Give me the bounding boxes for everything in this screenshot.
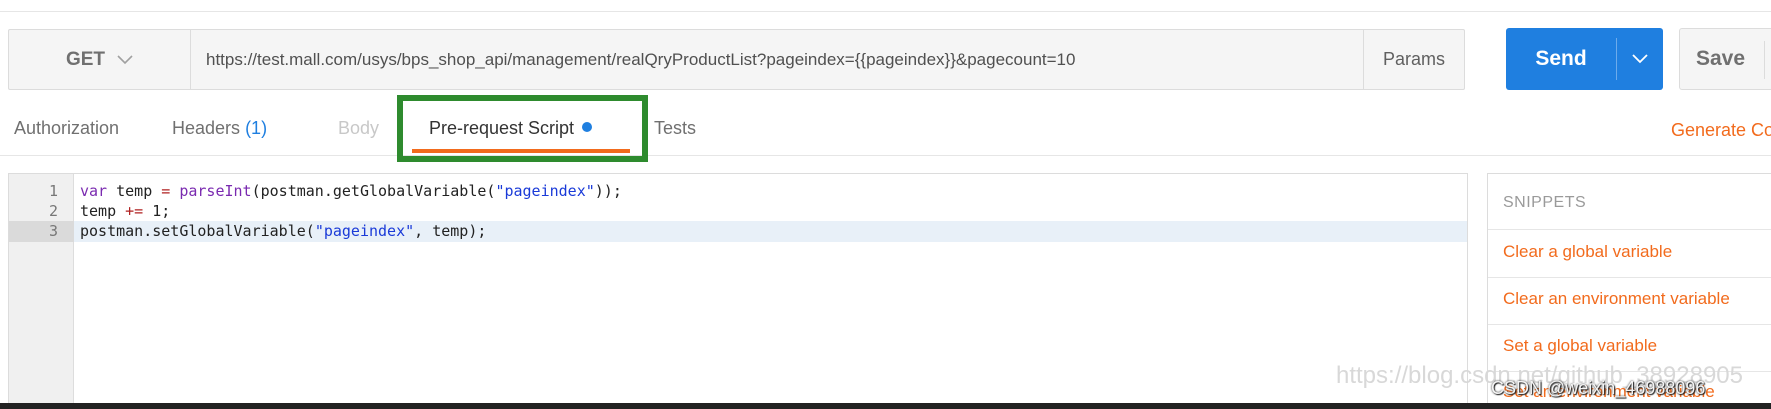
snippet-clear-environment[interactable]: Clear an environment variable [1503, 289, 1730, 309]
send-button[interactable]: Send [1506, 28, 1663, 90]
annotation-highlight-box [397, 95, 648, 162]
snippet-divider [1488, 277, 1771, 278]
code-line[interactable]: postman.setGlobalVariable("pageindex", t… [80, 221, 486, 241]
tab-authorization[interactable]: Authorization [14, 118, 119, 139]
request-bar: GET https://test.mall.com/usys/bps_shop_… [8, 29, 1465, 90]
line-number: 2 [48, 202, 58, 220]
chevron-down-icon [117, 49, 133, 71]
method-select[interactable]: GET [9, 30, 191, 89]
tab-headers-label: Headers [172, 118, 241, 138]
url-input[interactable]: https://test.mall.com/usys/bps_shop_api/… [191, 30, 1365, 89]
line-number: 1 [48, 182, 58, 200]
save-divider [1764, 41, 1765, 79]
save-button[interactable]: Save [1679, 28, 1771, 90]
method-label: GET [65, 48, 106, 70]
tab-headers[interactable]: Headers (1) [172, 118, 267, 139]
snippet-clear-global[interactable]: Clear a global variable [1503, 242, 1672, 262]
snippet-divider [1488, 324, 1771, 325]
save-label: Save [1696, 47, 1746, 70]
code-editor[interactable]: 1 2 3 var temp = parseInt(postman.getGlo… [8, 173, 1468, 409]
code-line[interactable]: var temp = parseInt(postman.getGlobalVar… [80, 181, 622, 201]
tabs-divider [0, 155, 1771, 156]
code-line[interactable]: temp += 1; [80, 201, 170, 221]
send-label: Send [1535, 47, 1587, 70]
tab-headers-count: (1) [245, 118, 268, 138]
generate-code-link[interactable]: Generate Code [1671, 120, 1771, 141]
bottom-bar [0, 403, 1771, 409]
line-number: 3 [48, 222, 58, 240]
send-options-chevron-icon[interactable] [1617, 28, 1663, 90]
snippet-set-global[interactable]: Set a global variable [1503, 336, 1657, 356]
params-button[interactable]: Params [1363, 30, 1464, 89]
credit-text: CSDN @weixin_46988096 [1491, 378, 1706, 398]
top-divider [0, 11, 1771, 12]
snippet-divider [1488, 229, 1771, 230]
snippets-header: SNIPPETS [1503, 194, 1587, 211]
tab-body[interactable]: Body [338, 118, 379, 139]
tab-tests[interactable]: Tests [654, 118, 696, 139]
